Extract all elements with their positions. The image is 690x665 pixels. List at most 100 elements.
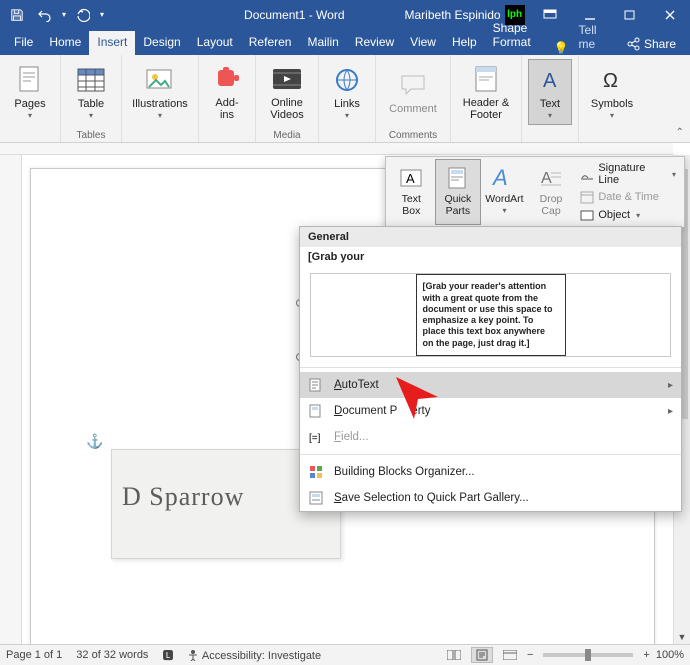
print-layout-button[interactable] — [471, 647, 493, 663]
video-icon — [271, 63, 303, 95]
drop-cap-button: A Drop Cap — [528, 159, 575, 225]
symbols-label: Symbols — [591, 98, 633, 110]
object-icon — [580, 208, 594, 222]
links-button[interactable]: Links ▾ — [325, 59, 369, 125]
zoom-level[interactable]: 100% — [656, 649, 684, 661]
status-accessibility[interactable]: Accessibility: Investigate — [187, 649, 321, 662]
field-icon: [=] — [308, 429, 324, 445]
document-property-menu-item[interactable]: Document Perty ▸ — [300, 398, 681, 424]
quick-parts-button[interactable]: Quick Parts — [435, 159, 482, 225]
online-videos-button[interactable]: Online Videos — [262, 59, 312, 125]
wordart-icon: A — [490, 164, 518, 192]
chevron-down-icon: ▾ — [28, 111, 32, 120]
header-footer-icon — [470, 63, 502, 95]
zoom-slider[interactable] — [543, 653, 633, 657]
tab-file[interactable]: File — [6, 31, 41, 55]
undo-dropdown-icon[interactable]: ▾ — [62, 10, 66, 19]
text-icon: A — [534, 64, 566, 96]
illustrations-button[interactable]: Illustrations ▾ — [128, 59, 192, 125]
comment-button: Comment — [382, 59, 444, 125]
zoom-out-button[interactable]: − — [527, 649, 533, 661]
tab-design[interactable]: Design — [135, 31, 188, 55]
signature-line-label: Signature Line — [598, 162, 666, 186]
group-media: Online Videos Media — [256, 55, 319, 142]
date-time-label: Date & Time — [598, 191, 659, 203]
close-button[interactable] — [650, 0, 690, 29]
tab-help[interactable]: Help — [444, 31, 485, 55]
chevron-down-icon: ▾ — [548, 111, 552, 120]
tell-me-search[interactable]: Tell me — [571, 19, 612, 55]
tab-references[interactable]: Referen — [241, 31, 300, 55]
media-group-label: Media — [273, 129, 300, 142]
share-button[interactable]: Share — [612, 33, 690, 55]
autotext-menu-item[interactable]: AutoText ▸ — [300, 372, 681, 398]
text-button[interactable]: A Text ▾ — [528, 59, 572, 125]
save-icon[interactable] — [6, 4, 28, 26]
maximize-button[interactable] — [610, 0, 650, 29]
group-links: Links ▾ — [319, 55, 376, 142]
status-page[interactable]: Page 1 of 1 — [6, 649, 62, 661]
pages-icon — [14, 64, 46, 96]
gallery-header: General — [300, 227, 681, 247]
vertical-ruler[interactable] — [0, 155, 22, 644]
text-box-button[interactable]: A Text Box — [388, 159, 435, 225]
header-footer-label: Header & Footer — [463, 97, 509, 121]
symbols-button[interactable]: Ω Symbols ▾ — [585, 59, 639, 125]
svg-text:A: A — [406, 171, 415, 186]
addins-button[interactable]: Add- ins — [205, 59, 249, 125]
collapse-ribbon-button[interactable]: ⌃ — [676, 127, 684, 138]
header-footer-button[interactable]: Header & Footer — [457, 59, 515, 125]
text-group-callout: A Text Box Quick Parts A WordArt ▾ A Dro… — [385, 156, 685, 228]
chevron-right-icon: ▸ — [668, 380, 673, 391]
chevron-down-icon: ▾ — [158, 111, 162, 120]
scroll-down-icon[interactable]: ▼ — [674, 630, 690, 644]
gallery-preview[interactable]: [Grab your reader's attention with a gre… — [310, 273, 671, 357]
group-text: A Text ▾ — [522, 55, 579, 142]
illustrations-label: Illustrations — [132, 98, 188, 110]
tab-home[interactable]: Home — [41, 31, 89, 55]
gallery-preview-text: [Grab your reader's attention with a gre… — [416, 274, 566, 356]
pages-label: Pages — [14, 98, 45, 110]
status-language-icon[interactable]: 🅻 — [162, 647, 173, 663]
svg-text:Ω: Ω — [603, 70, 618, 92]
undo-icon[interactable] — [34, 4, 56, 26]
chevron-down-icon: ▾ — [502, 206, 506, 215]
text-box-label: Text Box — [402, 194, 421, 217]
zoom-slider-knob[interactable] — [585, 649, 591, 661]
web-layout-button[interactable] — [499, 647, 521, 663]
tab-shape-format[interactable]: Shape Format — [485, 17, 552, 55]
object-button[interactable]: Object ▾ — [576, 206, 680, 224]
redo-icon[interactable] — [72, 4, 94, 26]
document-property-icon — [308, 403, 324, 419]
zoom-in-button[interactable]: + — [643, 649, 649, 661]
ribbon: Pages ▾ Table ▾ Tables Illustrations ▾ A… — [0, 55, 690, 143]
comments-group-label: Comments — [389, 129, 437, 142]
qat-customize-icon[interactable]: ▾ — [100, 10, 104, 19]
addins-icon — [211, 63, 243, 95]
document-property-label: Document Perty — [334, 405, 430, 417]
tab-insert[interactable]: Insert — [89, 31, 135, 55]
signature-line-button[interactable]: Signature Line ▾ — [576, 160, 680, 188]
pages-button[interactable]: Pages ▾ — [6, 59, 54, 125]
wordart-button[interactable]: A WordArt ▾ — [481, 159, 528, 225]
date-time-icon — [580, 190, 594, 204]
horizontal-ruler[interactable] — [0, 143, 673, 155]
tab-layout[interactable]: Layout — [189, 31, 241, 55]
building-blocks-label: Building Blocks Organizer... — [334, 466, 475, 478]
status-word-count[interactable]: 32 of 32 words — [76, 649, 148, 661]
tables-group-label: Tables — [77, 129, 106, 142]
quick-access-toolbar: ▾ ▾ — [6, 4, 104, 26]
table-button[interactable]: Table ▾ — [67, 59, 115, 125]
chevron-right-icon: ▸ — [668, 406, 673, 417]
tab-view[interactable]: View — [402, 31, 444, 55]
tab-mailings[interactable]: Mailin — [299, 31, 346, 55]
quick-parts-gallery: General [Grab your [Grab your reader's a… — [299, 226, 682, 512]
group-pages: Pages ▾ — [0, 55, 61, 142]
building-blocks-organizer-menu-item[interactable]: Building Blocks Organizer... — [300, 459, 681, 485]
group-addins: Add- ins — [199, 55, 256, 142]
wordart-label: WordArt — [485, 194, 523, 206]
quick-parts-icon — [444, 164, 472, 192]
save-selection-menu-item[interactable]: Save Selection to Quick Part Gallery... — [300, 485, 681, 511]
tab-review[interactable]: Review — [347, 31, 402, 55]
read-mode-button[interactable] — [443, 647, 465, 663]
